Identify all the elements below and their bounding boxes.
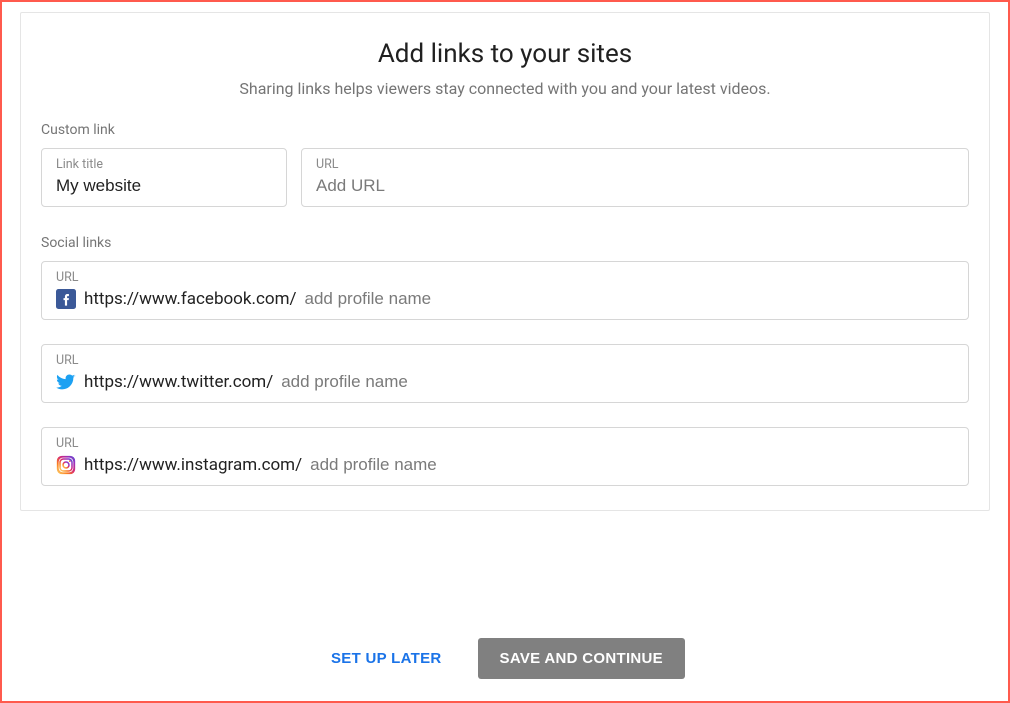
page-subtitle: Sharing links helps viewers stay connect… xyxy=(41,79,969,98)
page-title: Add links to your sites xyxy=(41,39,969,69)
custom-link-title-field[interactable]: Link title xyxy=(41,148,287,207)
set-up-later-button[interactable]: SET UP LATER xyxy=(325,640,448,677)
social-links-list: URL https://www.facebook.com/ URL https:… xyxy=(41,261,969,486)
social-link-url-label: URL xyxy=(56,436,954,451)
social-link-prefix: https://www.facebook.com/ xyxy=(84,289,297,309)
custom-link-url-label: URL xyxy=(316,157,954,172)
custom-link-url-input[interactable] xyxy=(316,176,954,196)
social-link-url-label: URL xyxy=(56,270,954,285)
custom-link-row: Link title URL xyxy=(41,148,969,207)
social-link-facebook-field[interactable]: URL https://www.facebook.com/ xyxy=(41,261,969,320)
save-and-continue-button[interactable]: SAVE AND CONTINUE xyxy=(478,638,685,679)
custom-link-title-input[interactable] xyxy=(56,176,272,196)
social-link-url-label: URL xyxy=(56,353,954,368)
custom-link-section-label: Custom link xyxy=(41,122,969,138)
facebook-icon xyxy=(56,289,76,309)
instagram-icon xyxy=(56,455,76,475)
social-links-section-label: Social links xyxy=(41,235,969,251)
twitter-icon xyxy=(56,372,76,392)
social-link-facebook-input[interactable] xyxy=(305,289,955,309)
action-bar: SET UP LATER SAVE AND CONTINUE xyxy=(2,638,1008,679)
social-link-prefix: https://www.instagram.com/ xyxy=(84,455,302,475)
links-setup-card: Add links to your sites Sharing links he… xyxy=(20,12,990,511)
social-link-instagram-input[interactable] xyxy=(310,455,954,475)
social-link-twitter-input[interactable] xyxy=(281,372,954,392)
social-link-prefix: https://www.twitter.com/ xyxy=(84,372,273,392)
social-link-twitter-field[interactable]: URL https://www.twitter.com/ xyxy=(41,344,969,403)
custom-link-url-field[interactable]: URL xyxy=(301,148,969,207)
custom-link-title-label: Link title xyxy=(56,157,272,172)
window-frame: Add links to your sites Sharing links he… xyxy=(0,0,1010,703)
social-link-instagram-field[interactable]: URL https:/ xyxy=(41,427,969,486)
